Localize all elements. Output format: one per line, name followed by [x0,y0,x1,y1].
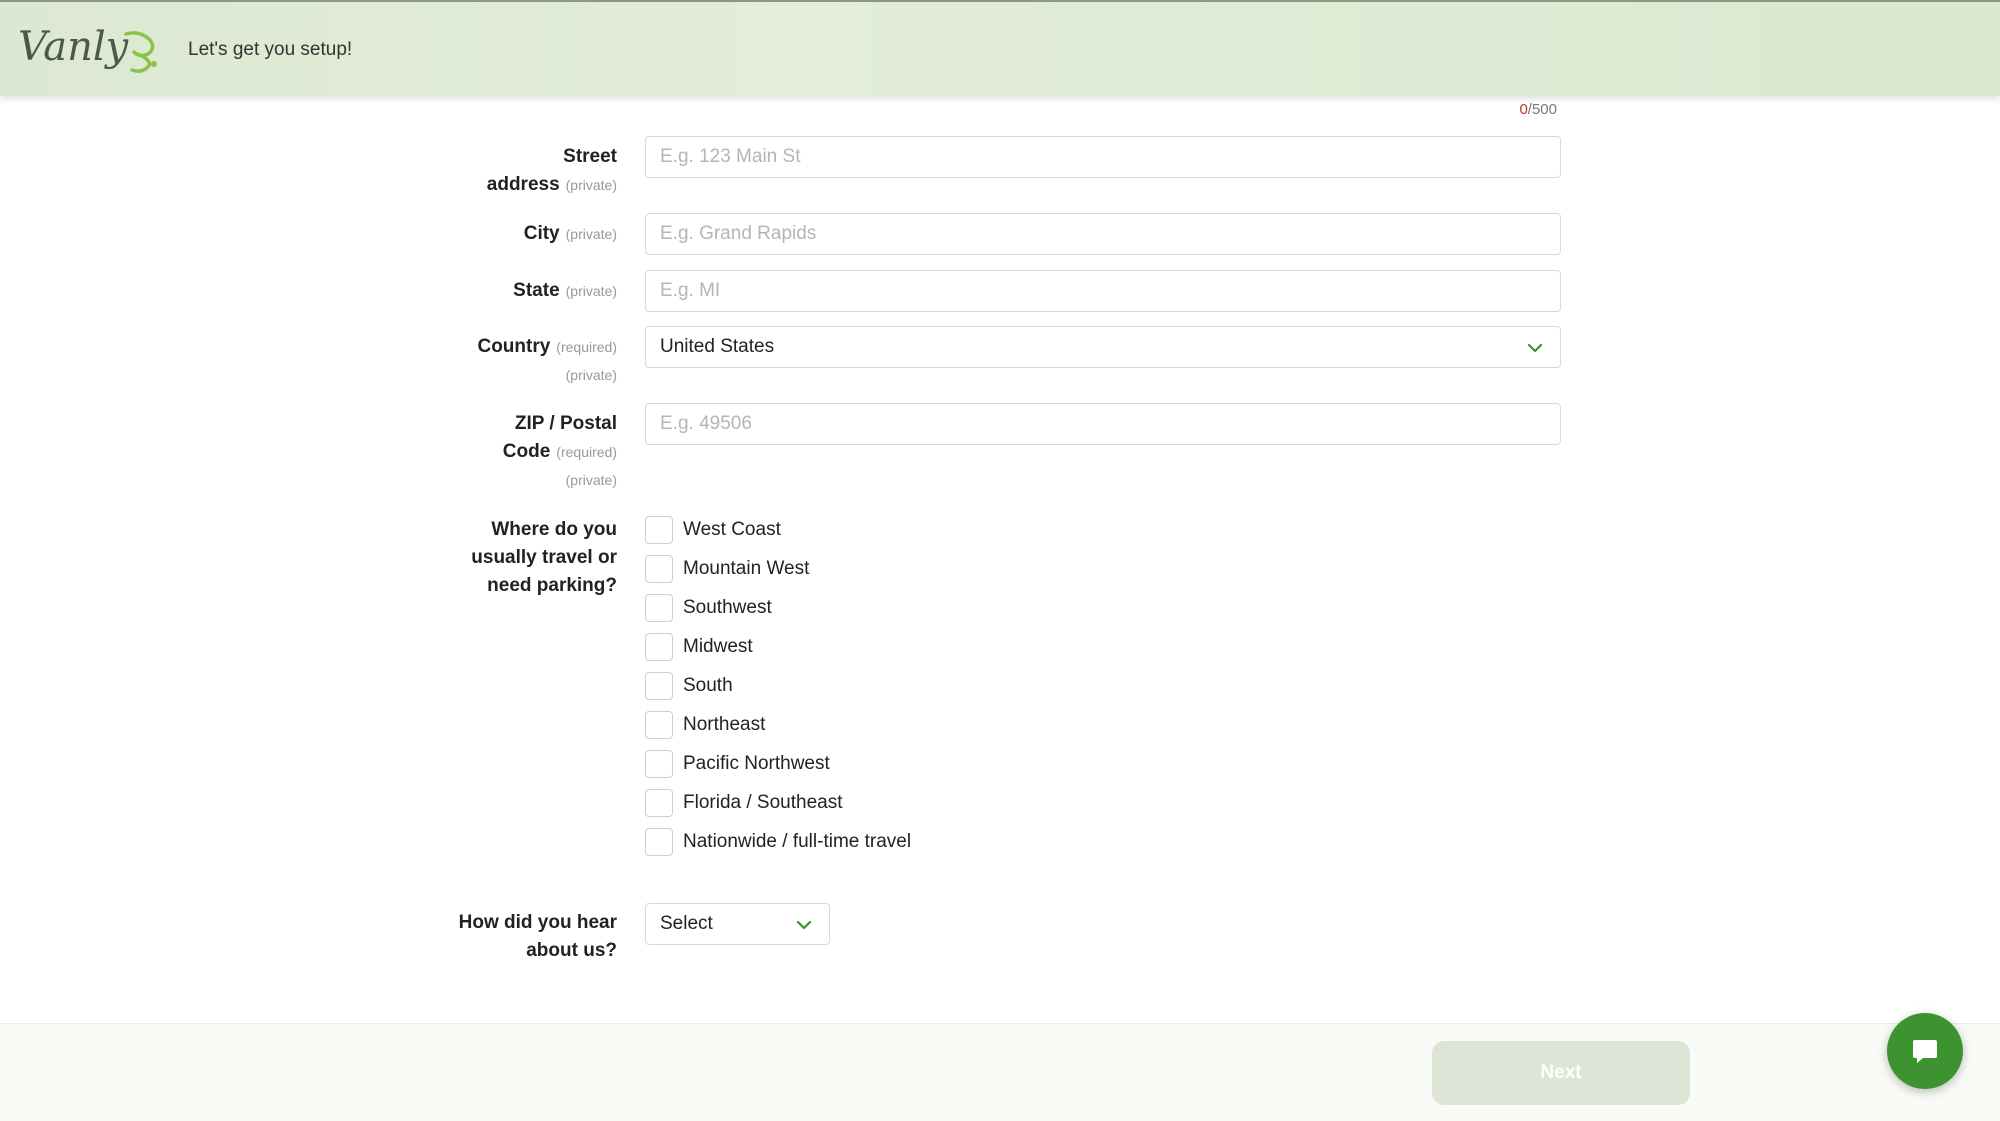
checkbox-label: Nationwide / full-time travel [683,830,912,852]
next-button[interactable]: Next [1432,1041,1690,1105]
state-label: State (private) [513,277,617,305]
region-checkbox-south[interactable]: South [645,666,911,705]
country-label-text: Country [477,336,551,357]
travel-label-line2: usually travel or [471,547,617,568]
hear-about-label: How did you hear about us? [459,909,617,965]
street-label-line2: address [486,174,560,195]
street-address-input[interactable] [646,137,1560,177]
required-tag: (required) [556,339,617,355]
state-input[interactable] [646,271,1560,311]
hear-about-select[interactable]: Select [645,903,830,945]
checkbox-label: Florida / Southeast [683,791,843,813]
region-checkbox-florida-southeast[interactable]: Florida / Southeast [645,783,911,822]
street-address-field[interactable] [645,136,1561,178]
city-input[interactable] [646,214,1560,254]
city-label: City (private) [524,220,617,248]
private-tag: (private) [565,283,617,299]
checkbox[interactable] [645,554,673,583]
checkbox-label: Midwest [683,635,753,657]
char-max: /500 [1527,101,1557,118]
checkbox-label: Pacific Northwest [683,752,830,774]
checkbox[interactable] [645,515,673,544]
city-field[interactable] [645,213,1561,255]
region-checkbox-midwest[interactable]: Midwest [645,627,911,666]
region-checkbox-pacific-northwest[interactable]: Pacific Northwest [645,744,911,783]
zip-field[interactable] [645,403,1561,445]
chevron-down-icon [796,920,812,930]
region-checkbox-mountain-west[interactable]: Mountain West [645,549,911,588]
country-select[interactable]: United States [645,326,1561,368]
hear-label-line1: How did you hear [458,912,617,933]
private-tag: (private) [565,472,617,488]
country-select-value: United States [660,336,775,357]
checkbox-label: Mountain West [683,557,810,579]
checkbox[interactable] [645,788,673,817]
travel-region-list: West Coast Mountain West Southwest Midwe… [645,510,911,861]
char-counter: 0/500 [1430,101,1557,118]
street-address-label: Street address (private) [487,143,617,199]
state-label-text: State [513,280,560,301]
char-count: 0 [1519,101,1528,118]
checkbox[interactable] [645,827,673,856]
street-label-line1: Street [563,146,617,167]
zip-label-line1: ZIP / Postal [514,413,617,434]
header-bar: Vanly Let's get you setup! [0,0,2000,96]
checkbox-label: Southwest [683,596,772,618]
vanly-logo[interactable]: Vanly [16,20,164,80]
checkbox-label: South [683,674,733,696]
checkbox-label: Northeast [683,713,766,735]
region-checkbox-nationwide[interactable]: Nationwide / full-time travel [645,822,911,861]
checkbox[interactable] [645,710,673,739]
travel-label-line3: need parking? [487,575,617,596]
state-field[interactable] [645,270,1561,312]
checkbox[interactable] [645,749,673,778]
chat-button[interactable] [1887,1013,1963,1089]
checkbox[interactable] [645,671,673,700]
travel-label: Where do you usually travel or need park… [471,516,617,600]
checkbox-label: West Coast [683,518,781,540]
country-label: Country (required) (private) [477,333,617,389]
private-tag: (private) [565,177,617,193]
region-checkbox-southwest[interactable]: Southwest [645,588,911,627]
checkbox[interactable] [645,593,673,622]
zip-label-line2: Code [502,441,551,462]
svg-text:Vanly: Vanly [18,24,130,70]
region-checkbox-northeast[interactable]: Northeast [645,705,911,744]
hear-label-line2: about us? [526,940,617,961]
hear-about-select-value: Select [660,913,713,934]
private-tag: (private) [565,367,617,383]
chat-icon [1913,1040,1937,1063]
chevron-down-icon [1527,343,1543,353]
region-checkbox-west-coast[interactable]: West Coast [645,510,911,549]
travel-label-line1: Where do you [491,519,617,540]
city-label-text: City [523,223,560,244]
header-subtitle: Let's get you setup! [188,39,353,60]
footer-bar [0,1023,2000,1121]
required-tag: (required) [556,444,617,460]
private-tag: (private) [565,226,617,242]
checkbox[interactable] [645,632,673,661]
zip-input[interactable] [646,404,1560,444]
zip-label: ZIP / Postal Code (required) (private) [503,410,617,494]
